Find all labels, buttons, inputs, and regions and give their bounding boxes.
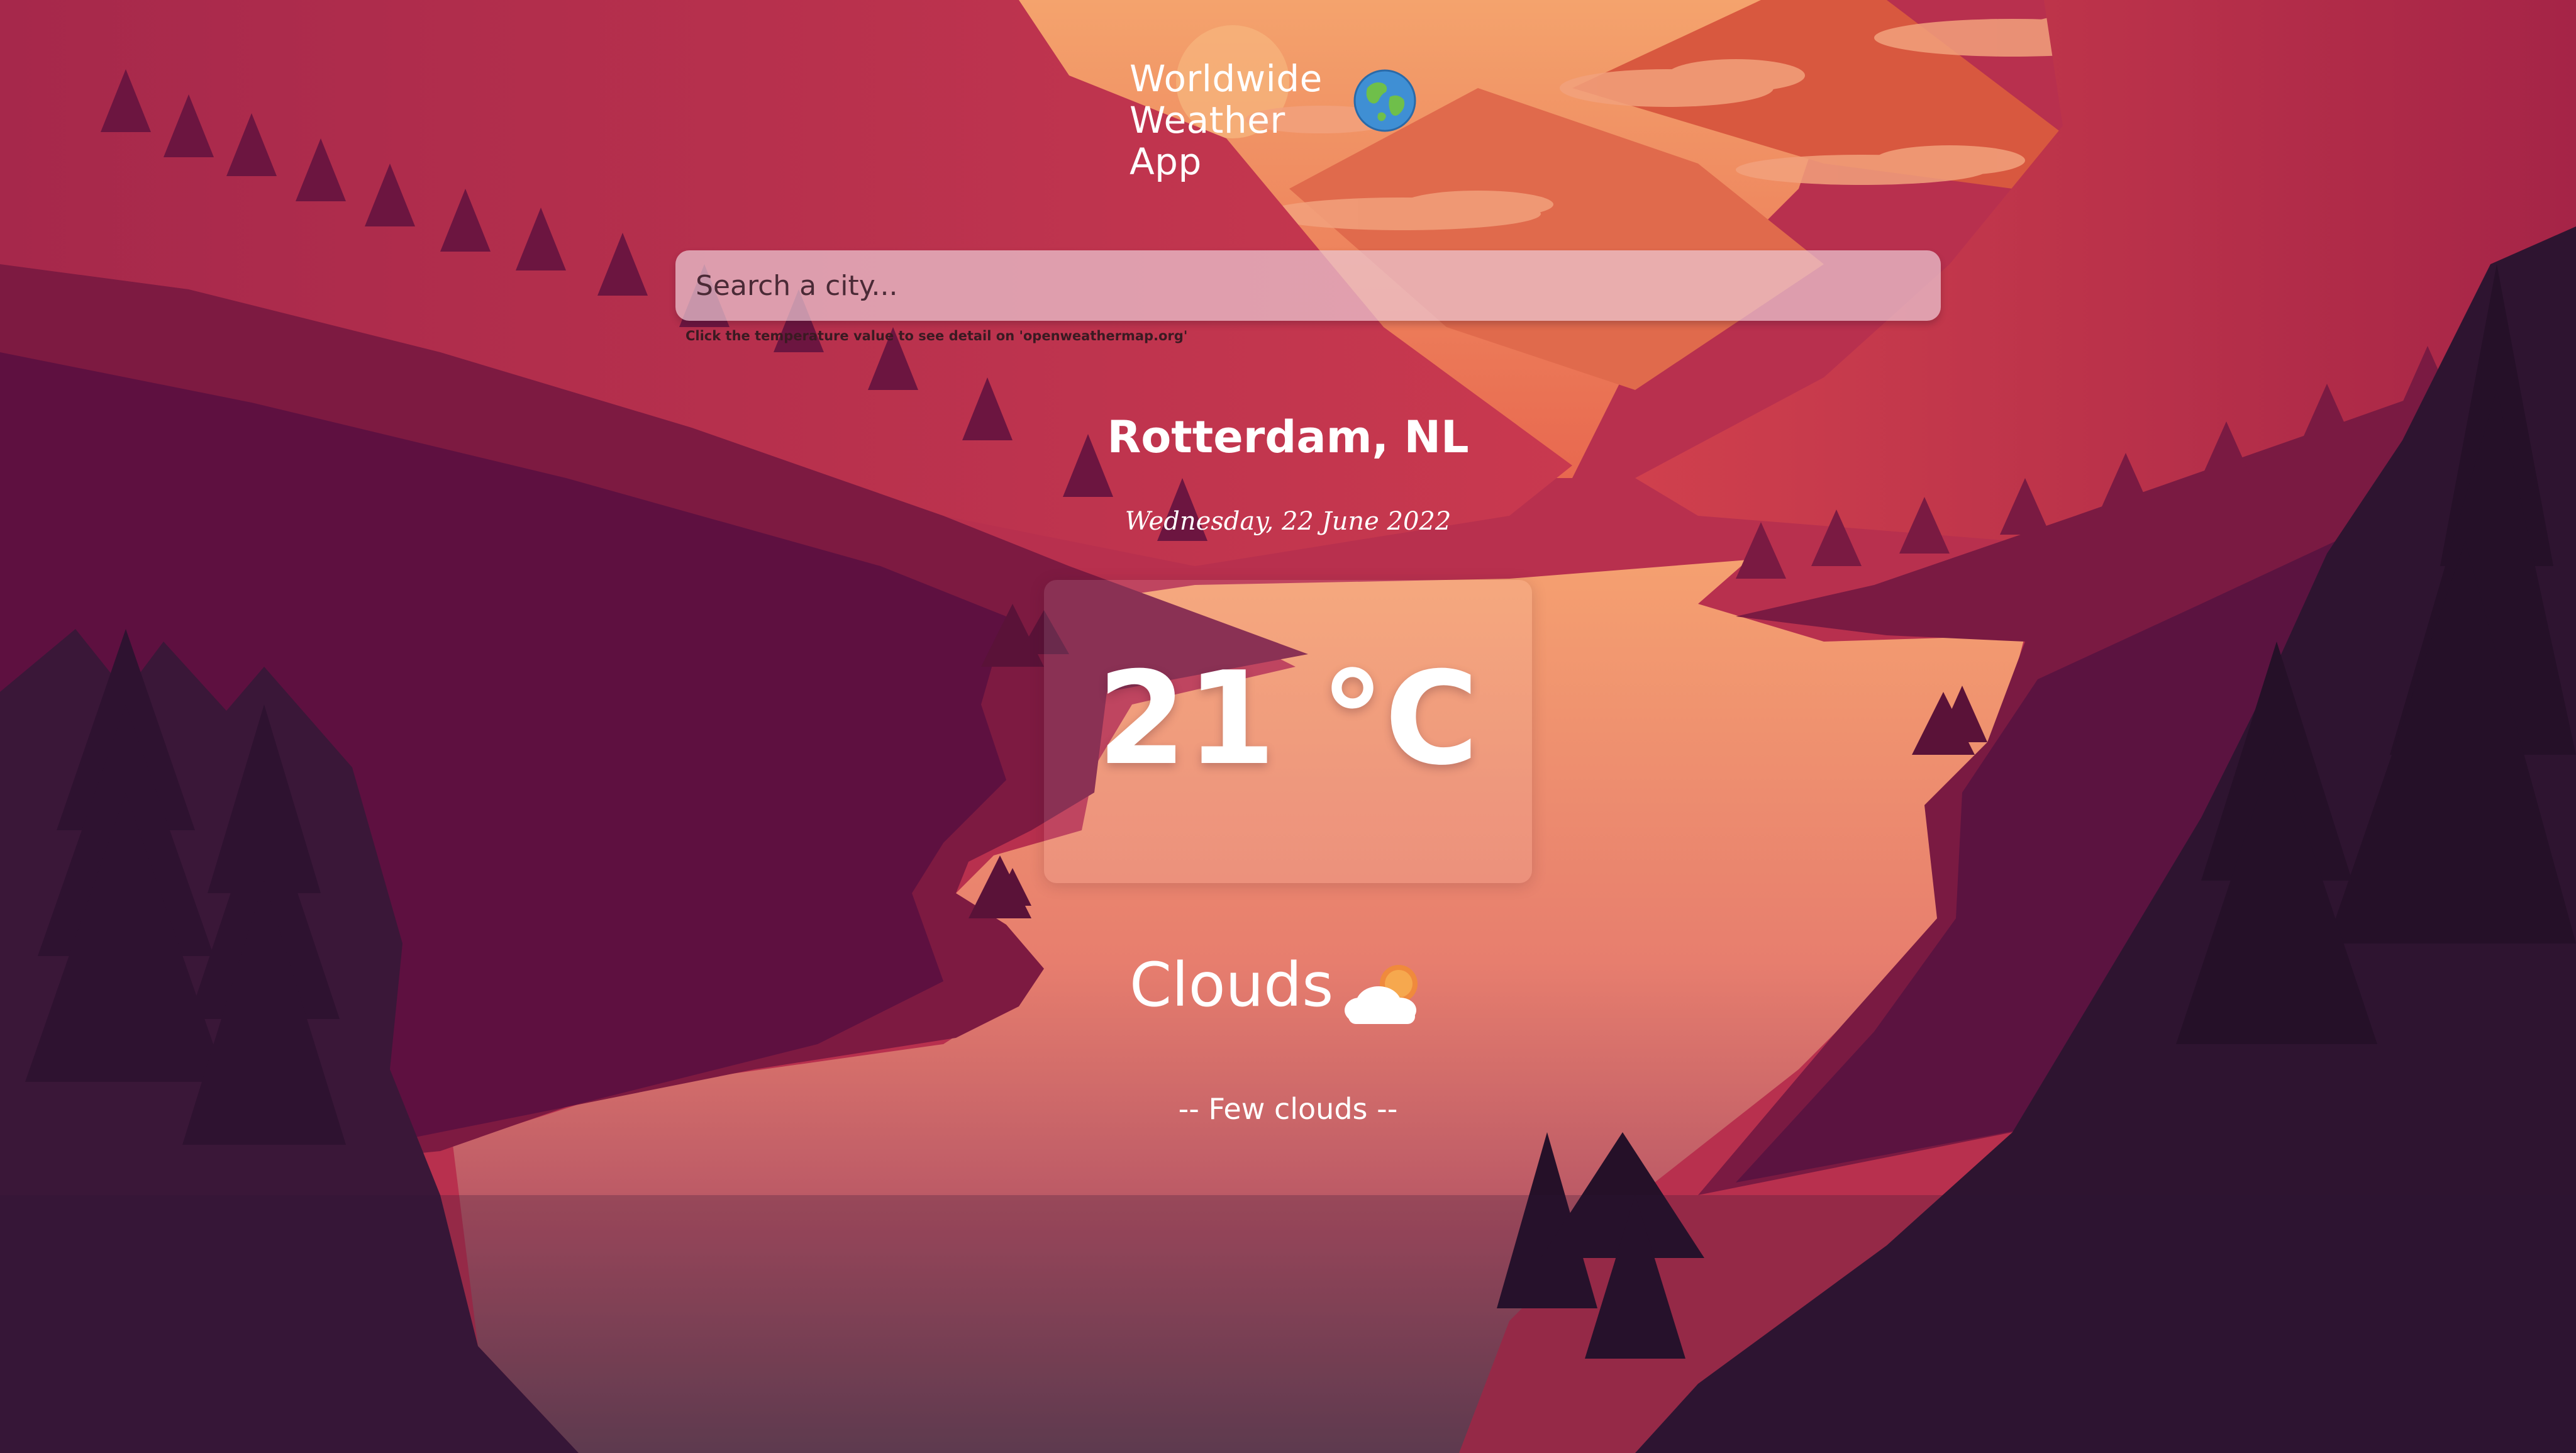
city-name: Rotterdam, NL: [1107, 411, 1469, 463]
temperature-card[interactable]: 21 °C: [1044, 580, 1532, 883]
cloud-sun-icon: [1340, 960, 1428, 1029]
search-bar: [675, 250, 1941, 321]
temperature-value[interactable]: 21 °C: [1044, 650, 1532, 789]
app-title: Worldwide Weather App: [1130, 57, 1323, 183]
globe-icon: [1353, 69, 1416, 132]
app-container: Worldwide Weather App Click the temperat…: [0, 0, 2576, 1453]
search-input[interactable]: [675, 250, 1941, 321]
temperature-hint-text: Click the temperature value to see detai…: [686, 328, 1188, 343]
weather-condition: Clouds: [1130, 950, 1334, 1020]
weather-description: -- Few clouds --: [1178, 1092, 1398, 1126]
current-date: Wednesday, 22 June 2022: [1124, 507, 1452, 536]
